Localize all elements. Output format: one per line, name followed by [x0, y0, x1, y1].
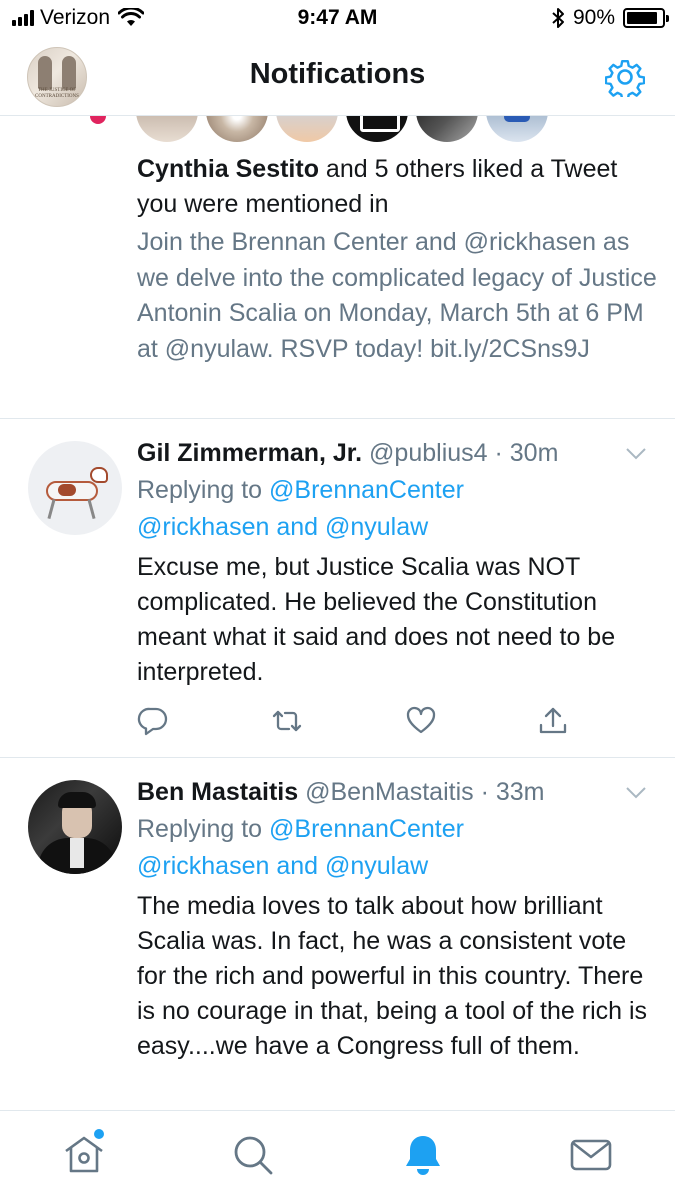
- tweet-time: 33m: [495, 778, 545, 806]
- author-name[interactable]: Ben Mastaitis: [137, 778, 298, 806]
- liker-avatar[interactable]: [416, 116, 478, 142]
- liker-avatars: [136, 116, 548, 142]
- mail-icon[interactable]: [567, 1131, 615, 1179]
- replying-prefix: Replying to: [137, 476, 270, 504]
- chevron-down-icon[interactable]: [625, 447, 647, 461]
- tweet-header: Ben Mastaitis @BenMastaitis · 33m: [137, 775, 544, 809]
- liker-avatar[interactable]: [276, 116, 338, 142]
- separator: ·: [487, 439, 510, 467]
- tweet[interactable]: Gil Zimmerman, Jr. @publius4 · 30m Reply…: [0, 419, 675, 758]
- replying-prefix: Replying to: [137, 815, 270, 843]
- author-handle[interactable]: @publius4: [369, 439, 488, 467]
- avatar[interactable]: [28, 441, 122, 535]
- tweet-text: Excuse me, but Justice Scalia was NOT co…: [137, 553, 616, 686]
- separator: ·: [473, 778, 496, 806]
- header: THE JUSTICE OF CONTRADICTIONS Notificati…: [0, 38, 675, 116]
- replying-to: Replying to @BrennanCenter @rickhasen and…: [137, 472, 657, 546]
- author-handle[interactable]: @BenMastaitis: [305, 778, 474, 806]
- avatar[interactable]: [28, 780, 122, 874]
- new-content-indicator: [94, 1129, 104, 1139]
- tweet-actions: [137, 705, 577, 739]
- replying-to: Replying to @BrennanCenter @rickhasen and…: [137, 811, 657, 885]
- page-title: Notifications: [249, 58, 426, 90]
- tweet-text: The media loves to talk about how brilli…: [137, 892, 648, 1060]
- liker-avatar[interactable]: [136, 116, 198, 142]
- bluetooth-icon: [552, 8, 564, 28]
- heart-icon[interactable]: [405, 705, 437, 737]
- reply-icon[interactable]: [137, 705, 169, 737]
- replying-to-link[interactable]: @BrennanCenter: [269, 815, 464, 843]
- bell-icon[interactable]: [399, 1131, 447, 1179]
- liker-avatar[interactable]: [346, 116, 408, 142]
- chevron-down-icon[interactable]: [625, 786, 647, 800]
- status-bar: Verizon 9:47 AM 90%: [0, 0, 675, 38]
- battery-icon: [623, 8, 669, 28]
- author-name[interactable]: Gil Zimmerman, Jr.: [137, 439, 362, 467]
- replying-to-more-link[interactable]: @rickhasen and @nyulaw: [137, 513, 428, 541]
- like-notification[interactable]: Cynthia Sestito and 5 others liked a Twe…: [0, 116, 675, 419]
- tweet-time: 30m: [509, 439, 559, 467]
- liker-avatar[interactable]: [486, 116, 548, 142]
- search-icon[interactable]: [229, 1131, 277, 1179]
- tweet-header: Gil Zimmerman, Jr. @publius4 · 30m: [137, 436, 558, 470]
- heart-icon: [90, 116, 106, 124]
- liker-avatar[interactable]: [206, 116, 268, 142]
- quoted-tweet-text[interactable]: Join the Brennan Center and @rickhasen a…: [137, 225, 657, 367]
- share-icon[interactable]: [537, 705, 569, 737]
- gear-icon[interactable]: [605, 57, 645, 97]
- tweet[interactable]: Ben Mastaitis @BenMastaitis · 33m Replyi…: [0, 758, 675, 1110]
- notification-text: Cynthia Sestito and 5 others liked a Twe…: [137, 152, 657, 222]
- status-right: 90%: [551, 6, 669, 30]
- replying-to-more-link[interactable]: @rickhasen and @nyulaw: [137, 852, 428, 880]
- tab-bar: [0, 1110, 675, 1200]
- notification-actor[interactable]: Cynthia Sestito: [137, 155, 319, 183]
- retweet-icon[interactable]: [271, 705, 303, 737]
- replying-to-link[interactable]: @BrennanCenter: [269, 476, 464, 504]
- battery-percent: 90%: [572, 6, 615, 29]
